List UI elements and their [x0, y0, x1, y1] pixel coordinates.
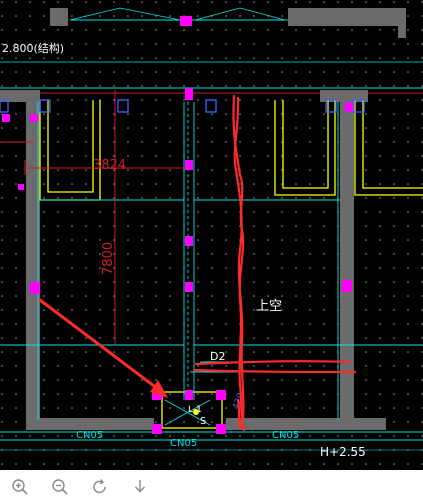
zoom-out-button[interactable] — [40, 470, 80, 504]
cad-viewport[interactable]: 2.800(结构) 3824 7800 上空 D2 S L-1 420 CN05… — [0, 0, 423, 470]
dimension-horizontal: 3824 — [93, 158, 126, 173]
viewer-toolbar — [0, 470, 423, 504]
grid-label-a: CN05 — [76, 430, 103, 441]
rotate-icon — [93, 479, 106, 494]
tag-s: S — [200, 416, 206, 427]
grid-label-c: CN05 — [272, 430, 299, 441]
tag-l: L-1 — [188, 405, 202, 415]
download-button[interactable] — [120, 470, 160, 504]
zoom-out-icon — [52, 479, 68, 495]
zoom-in-button[interactable] — [0, 470, 40, 504]
dimension-vertical: 7800 — [101, 242, 116, 275]
level-note: 2.800(结构) — [2, 41, 64, 55]
floor-plan-drawing: 2.800(结构) 3824 7800 上空 D2 S L-1 420 CN05… — [0, 0, 423, 470]
grid-label-b: CN05 — [170, 438, 197, 449]
zoom-in-icon — [12, 479, 28, 495]
rotate-button[interactable] — [80, 470, 120, 504]
tag-d2: D2 — [210, 350, 225, 363]
download-icon — [135, 480, 145, 493]
dot-grid — [0, 0, 423, 470]
room-label: 上空 — [256, 299, 282, 314]
elevation-label: H+2.55 — [320, 445, 366, 459]
